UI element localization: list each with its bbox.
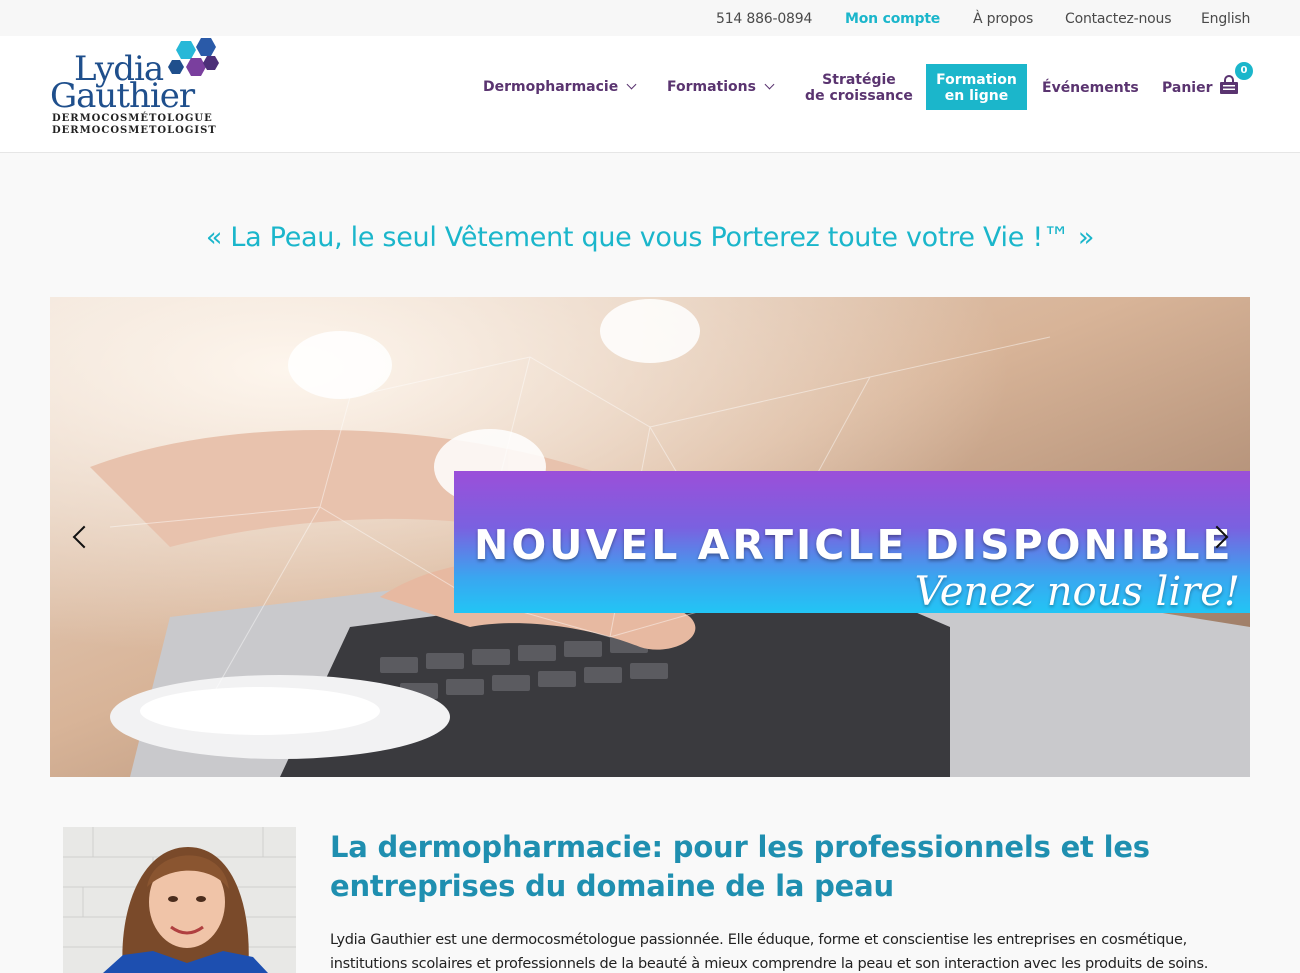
contact-link[interactable]: Contactez-nous [1065, 11, 1171, 27]
intro-heading: La dermopharmacie: pour les professionne… [330, 830, 1150, 903]
nav-label-online-line1: Formation [936, 72, 1017, 88]
nav-item-dermopharmacie[interactable]: Dermopharmacie [483, 79, 637, 95]
nav-label-evenements: Événements [1042, 80, 1139, 96]
nav-item-evenements[interactable]: Événements [1042, 80, 1139, 96]
slide-banner-title: NOUVEL ARTICLE DISPONIBLE [474, 521, 1234, 569]
site-header: Lydia Gauthier DERMOCOSMÉTOLOGUE DERMOCO… [0, 36, 1300, 153]
language-switch-link[interactable]: English [1201, 11, 1250, 27]
profile-photo [63, 827, 296, 973]
about-link[interactable]: À propos [973, 11, 1033, 27]
nav-item-strategie[interactable]: Stratégie de croissance [805, 72, 913, 104]
hero-slider: NOUVEL ARTICLE DISPONIBLE Venez nous lir… [50, 297, 1250, 777]
nav-label-dermopharmacie: Dermopharmacie [483, 79, 619, 95]
nav-item-panier[interactable]: Panier [1162, 80, 1213, 96]
nav-label-strategie-line1: Stratégie [822, 72, 896, 88]
chevron-down-icon [626, 79, 637, 90]
nav-item-formations[interactable]: Formations [667, 79, 775, 95]
cart-count-badge: 0 [1235, 62, 1253, 80]
logo-last-name: Gauthier [50, 76, 195, 116]
site-logo[interactable]: Lydia Gauthier DERMOCOSMÉTOLOGUE DERMOCO… [50, 38, 230, 140]
nav-item-formation-en-ligne[interactable]: Formation en ligne [926, 64, 1027, 110]
nav-label-formations: Formations [667, 79, 756, 95]
tagline: « La Peau, le seul Vêtement que vous Por… [205, 222, 1095, 253]
nav-label-strategie-line2: de croissance [805, 88, 913, 104]
top-utility-bar: 514 886-0894 Mon compte À propos Contact… [0, 0, 1300, 36]
nav-label-online-line2: en ligne [944, 88, 1009, 104]
intro-paragraph: Lydia Gauthier est une dermocosmétologue… [330, 932, 1209, 972]
phone-link[interactable]: 514 886-0894 [716, 11, 812, 27]
logo-subtitle-fr: DERMOCOSMÉTOLOGUE [52, 113, 213, 124]
slide-banner-subtitle: Venez nous lire! [914, 569, 1240, 615]
chevron-down-icon [764, 79, 775, 90]
logo-subtitle-en: DERMOCOSMETOLOGIST [52, 125, 217, 136]
slide-banner[interactable]: NOUVEL ARTICLE DISPONIBLE Venez nous lir… [454, 471, 1250, 615]
my-account-link[interactable]: Mon compte [845, 11, 940, 27]
portrait-image [63, 827, 296, 973]
nav-label-panier: Panier [1162, 80, 1213, 96]
